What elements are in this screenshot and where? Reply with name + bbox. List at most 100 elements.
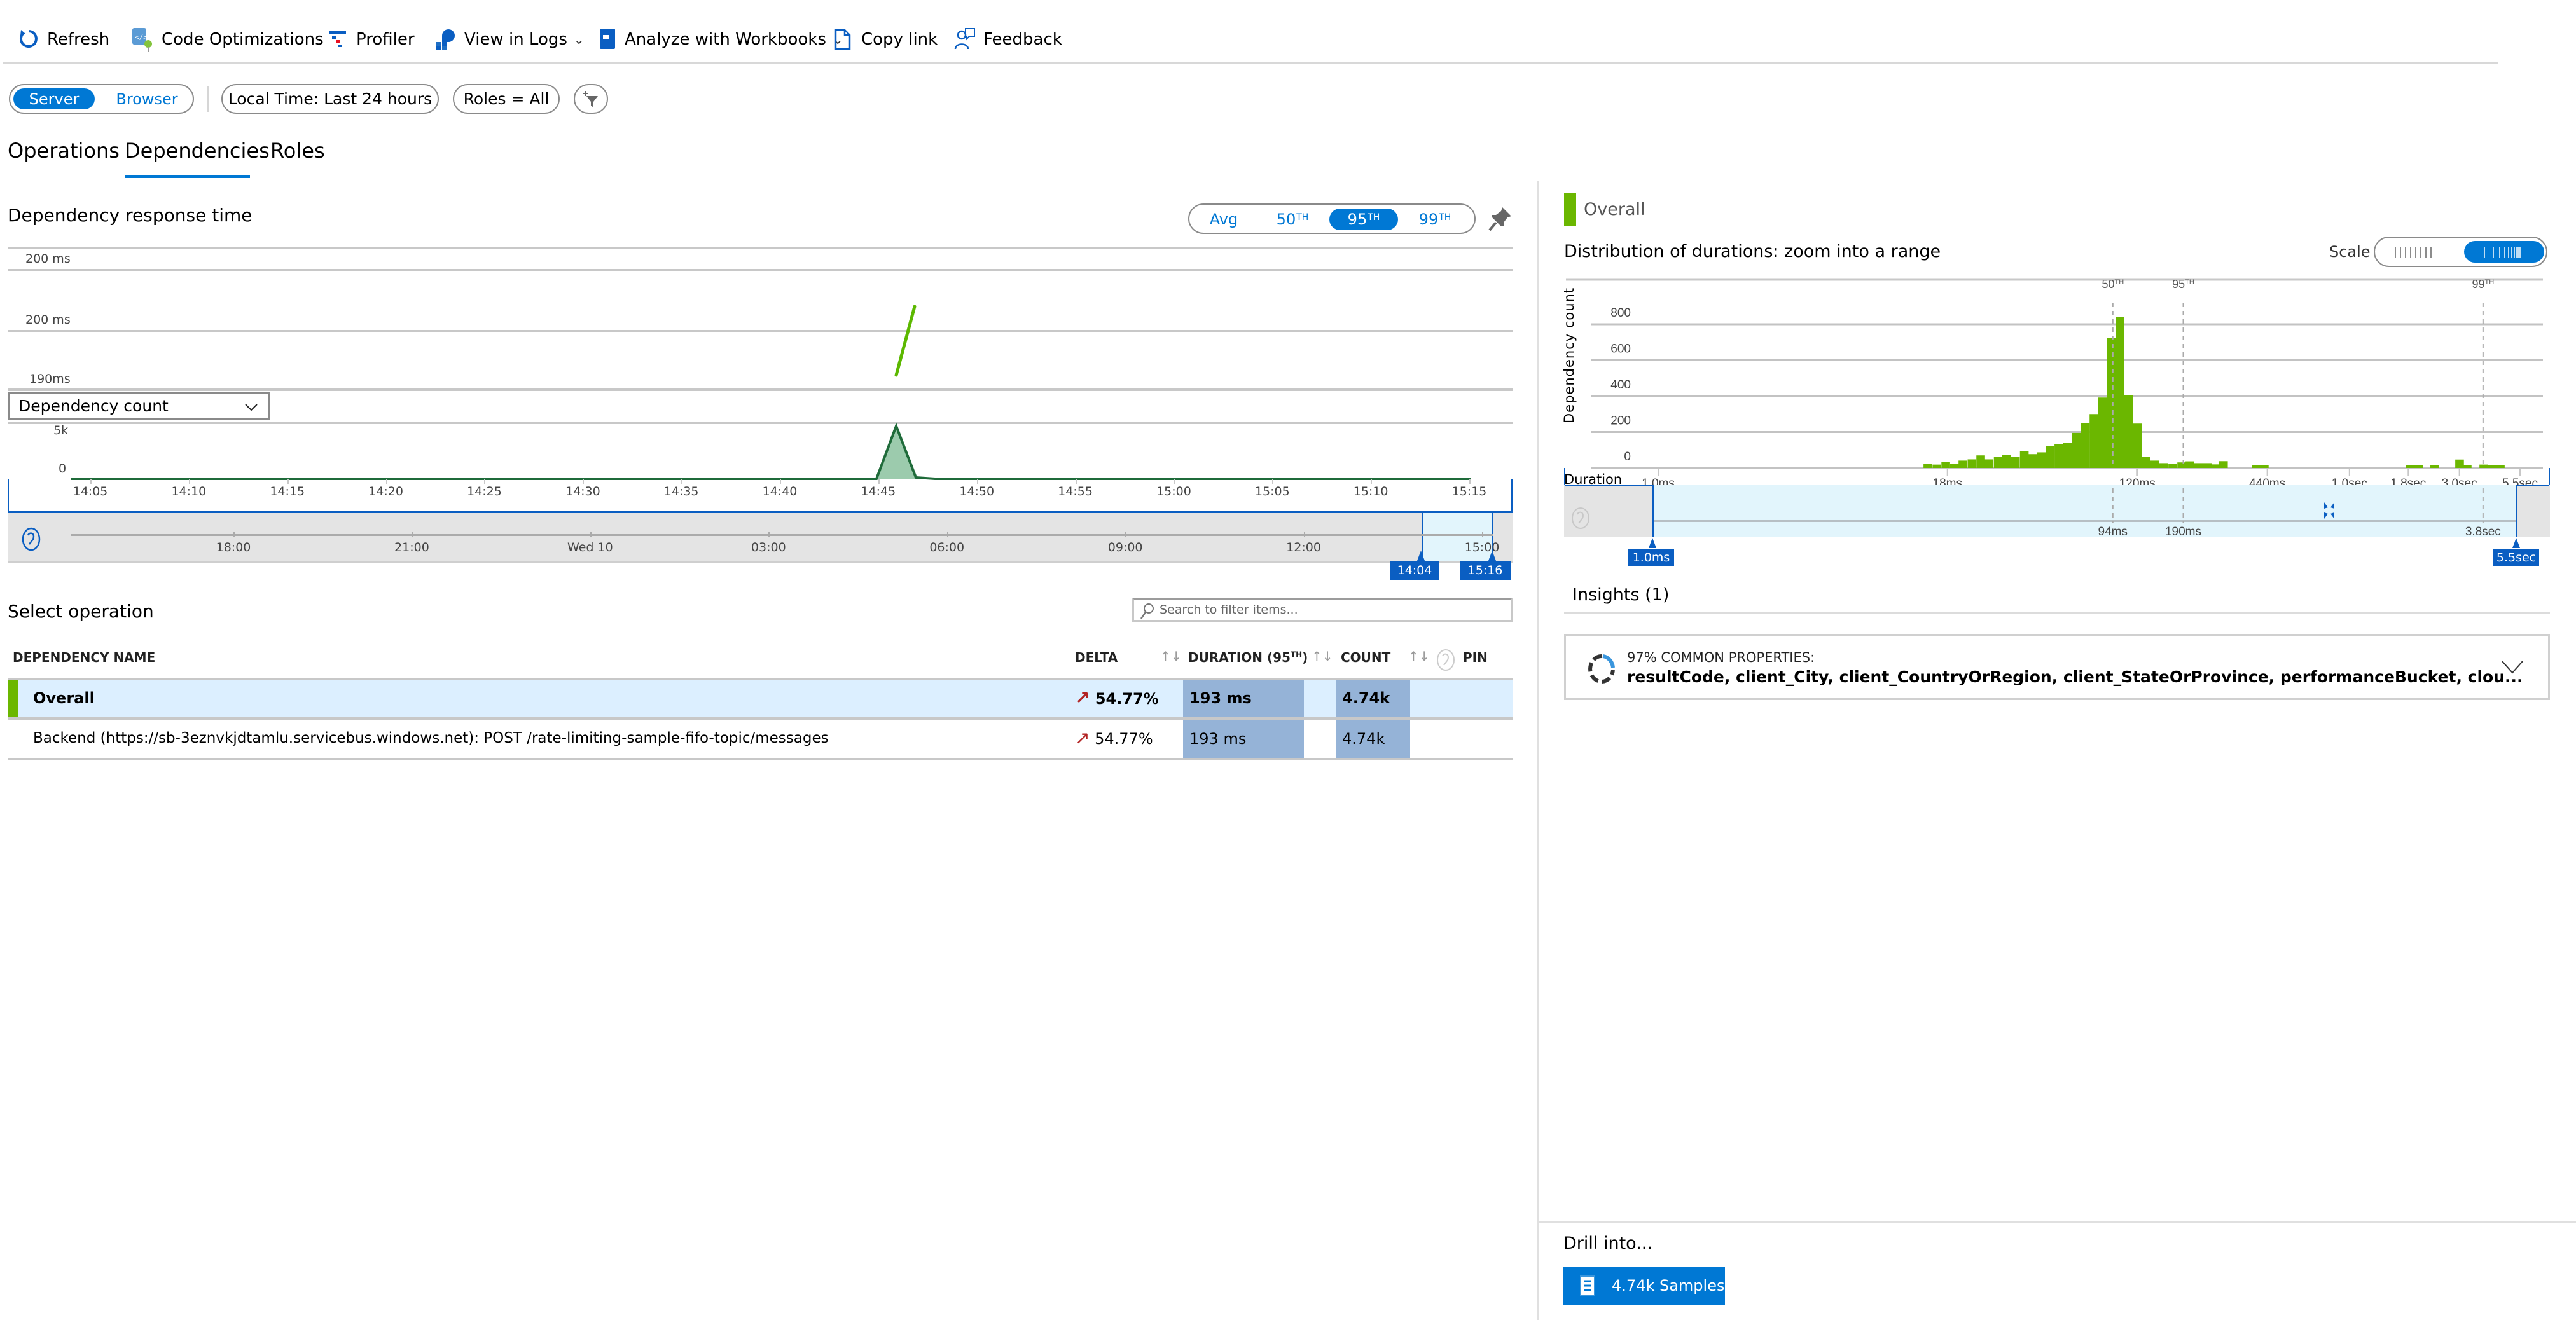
row-delta: ↗ 54.77% [1075, 687, 1159, 708]
tab-dependencies[interactable]: Dependencies [125, 139, 270, 163]
row-count: 4.74k [1342, 730, 1385, 748]
feedback-label: Feedback [983, 30, 1062, 49]
zoom-to-selection-icon[interactable] [2320, 501, 2339, 520]
histogram-bar [1949, 464, 1959, 468]
selection-label: Overall [1584, 200, 1645, 219]
time-tick [1174, 479, 1175, 484]
samples-button[interactable]: 4.74k Samples [1563, 1267, 1725, 1305]
analyze-with-workbooks-button[interactable]: Analyze with Workbooks ⌄ [598, 25, 843, 53]
chevron-down-icon[interactable] [2501, 659, 2524, 675]
column-header-delta[interactable]: DELTA [1075, 650, 1118, 665]
refresh-icon [19, 30, 38, 48]
metric-dropdown[interactable]: Dependency count [8, 392, 270, 420]
search-placeholder: Search to filter items... [1160, 603, 1298, 617]
histogram-bar [2430, 465, 2439, 468]
overview-axis-label: 03:00 [751, 540, 786, 554]
percentile-avg[interactable]: Avg [1196, 209, 1252, 230]
brush-marker-label: 190ms [2165, 525, 2201, 537]
table-row-backend[interactable]: Backend (https://sb-3eznvkjdtamlu.servic… [8, 720, 1513, 758]
search-icon [1140, 603, 1154, 619]
code-optimizations-icon: </> [132, 28, 152, 52]
time-tick [780, 479, 781, 484]
time-range-pill[interactable]: Local Time: Last 24 hours [221, 84, 439, 114]
range-end-handle-icon[interactable] [1488, 551, 1496, 561]
samples-list-icon [1580, 1275, 1595, 1296]
insight-progress-icon [1588, 654, 1615, 684]
feedback-button[interactable]: Feedback [954, 25, 1062, 53]
column-header-name[interactable]: DEPENDENCY NAME [13, 650, 155, 665]
percentile-label: 50TH [2102, 278, 2124, 291]
reset-duration-zoom-icon[interactable] [1570, 505, 1591, 531]
response-chart-title: Dependency response time [8, 205, 253, 226]
duration-end-handle[interactable]: 5.5sec [2493, 549, 2539, 566]
time-tick [287, 479, 289, 484]
percentile-50th[interactable]: 50 TH [1261, 209, 1324, 230]
time-tick [1469, 479, 1471, 484]
tab-roles[interactable]: Roles [270, 139, 325, 163]
percentile-99th[interactable]: 99 TH [1403, 209, 1467, 230]
tab-operations[interactable]: Operations [8, 139, 120, 163]
code-optimizations-button[interactable]: </> Code Optimizations [131, 25, 324, 53]
pin-icon[interactable] [1488, 205, 1514, 233]
row-delta-value: 54.77% [1095, 690, 1159, 708]
histogram-bar [2252, 465, 2261, 468]
copy-link-button[interactable]: Copy link [833, 25, 938, 53]
drill-divider [1539, 1221, 2576, 1223]
add-filter-button[interactable] [574, 84, 608, 114]
trend-up-icon: ↗ [1075, 687, 1090, 708]
scale-label: Scale [2329, 243, 2371, 261]
sort-icon[interactable]: ↑↓ [1160, 649, 1182, 664]
overview-axis-label: 12:00 [1286, 540, 1321, 554]
histogram-bar [2455, 459, 2464, 468]
view-in-logs-button[interactable]: View in Logs ⌄ [435, 25, 585, 53]
duration-end-handle-icon[interactable] [2512, 538, 2520, 548]
y-tick-label: 400 [1610, 378, 1631, 392]
insights-divider [1564, 612, 2550, 614]
active-tab-indicator [125, 175, 250, 178]
server-browser-toggle[interactable]: Server Browser [9, 84, 194, 114]
overview-tick [946, 532, 948, 537]
logs-icon [436, 29, 455, 50]
refresh-button[interactable]: Refresh [18, 25, 109, 53]
time-tick [90, 479, 92, 484]
histogram-bar [2107, 338, 2116, 468]
search-input[interactable]: Search to filter items... [1132, 598, 1513, 622]
histogram-bar [2089, 414, 2098, 468]
selection-color-marker [1564, 193, 1576, 226]
response-time-plot [894, 305, 917, 377]
sort-icon[interactable]: ↑↓ [1312, 649, 1333, 664]
server-option[interactable]: Server [13, 88, 95, 109]
column-header-duration[interactable]: DURATION (95TH) [1188, 650, 1308, 665]
unpin-all-icon[interactable] [1435, 647, 1457, 673]
percentile-toggle[interactable]: Avg 50 TH 95 TH 99 TH [1188, 203, 1476, 234]
histogram-bar [1984, 459, 1994, 468]
y-tick-label: 800 [1610, 306, 1631, 320]
linear-scale-icon[interactable] [2393, 245, 2444, 259]
y-axis-label: 200 ms [25, 252, 71, 266]
overview-tick [590, 532, 592, 537]
duration-start-handle-icon[interactable] [1649, 538, 1656, 548]
scale-toggle[interactable] [2374, 237, 2547, 267]
histogram-bar [2028, 454, 2037, 468]
range-end-handle[interactable]: 15:16 [1460, 561, 1511, 580]
profiler-button[interactable]: Profiler [328, 25, 415, 53]
column-header-count[interactable]: COUNT [1341, 650, 1390, 665]
roles-filter-pill[interactable]: Roles = All [453, 84, 560, 114]
duration-brush-markers: 94ms 190ms 3.8sec [1565, 485, 2549, 537]
duration-histogram[interactable]: 0 200 400 600 800 Dependency count 50TH 95TH 99T… [1552, 273, 2576, 490]
time-axis-label: 14:15 [270, 485, 305, 498]
insight-card[interactable]: 97% COMMON PROPERTIES: resultCode, clien… [1564, 634, 2550, 700]
range-start-handle-icon[interactable] [1417, 551, 1425, 561]
log-scale-option[interactable] [2464, 241, 2544, 263]
table-row-overall[interactable]: Overall ↗ 54.77% 193 ms 4.74k [8, 680, 1513, 717]
reset-zoom-icon[interactable] [20, 526, 42, 552]
duration-header-label: DURATION (95 [1188, 650, 1291, 665]
percentile-95th[interactable]: 95 TH [1329, 209, 1398, 230]
browser-option[interactable]: Browser [106, 88, 188, 109]
duration-start-handle[interactable]: 1.0ms [1628, 549, 1674, 566]
time-axis-label: 14:05 [73, 485, 108, 498]
time-tick [484, 479, 486, 484]
sort-icon[interactable]: ↑↓ [1408, 649, 1430, 664]
range-start-handle[interactable]: 14:04 [1390, 561, 1439, 580]
histogram-bar [1958, 460, 1967, 468]
